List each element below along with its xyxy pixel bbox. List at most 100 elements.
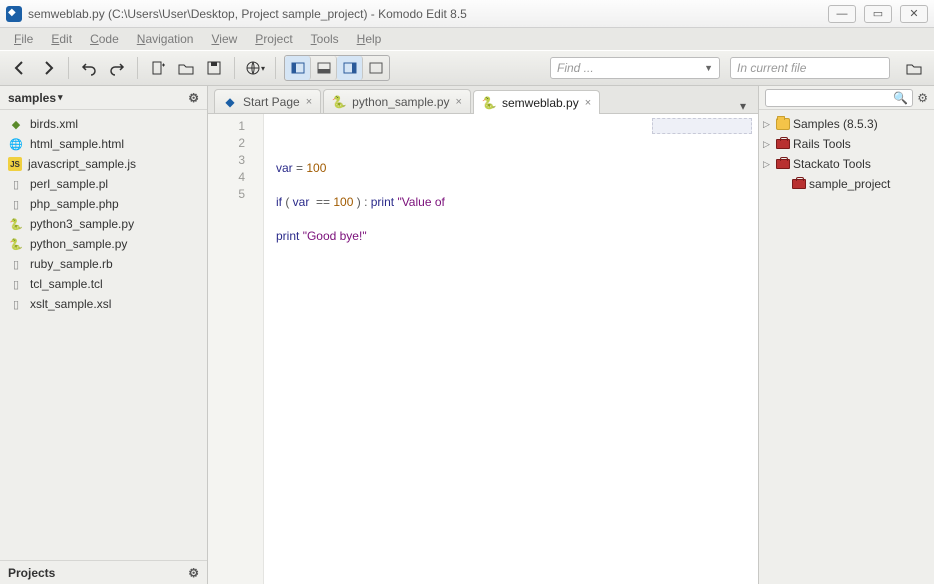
file-item[interactable]: ▯perl_sample.pl bbox=[0, 174, 207, 194]
line-number: 3 bbox=[208, 152, 263, 169]
file-name: ruby_sample.rb bbox=[30, 257, 113, 271]
line-number: 1 bbox=[208, 118, 263, 135]
toggle-bottom-panel-button[interactable] bbox=[311, 56, 337, 80]
file-item[interactable]: ▯ ruby_sample.rb bbox=[0, 254, 207, 274]
file-item[interactable]: JS javascript_sample.js bbox=[0, 154, 207, 174]
forward-button[interactable] bbox=[36, 56, 60, 80]
python-icon: 🐍 bbox=[482, 96, 496, 110]
editor-tab[interactable]: 🐍python_sample.py× bbox=[323, 89, 471, 113]
code-line[interactable] bbox=[276, 177, 758, 194]
code-line[interactable]: if ( var == 100 ) : print "Value of bbox=[276, 194, 758, 211]
folder-icon bbox=[776, 118, 790, 130]
chrome-icon: 🌐 bbox=[8, 136, 24, 152]
close-tab-icon[interactable]: × bbox=[456, 96, 462, 108]
code-line[interactable]: var = 100 bbox=[276, 160, 758, 177]
toggle-fullscreen-button[interactable] bbox=[363, 56, 389, 80]
editor-tabstrip: ◆Start Page×🐍python_sample.py× 🐍 semweblab… bbox=[208, 86, 758, 114]
file-item[interactable]: ◆birds.xml bbox=[0, 114, 207, 134]
tab-list-button[interactable]: ▾ bbox=[734, 99, 752, 113]
toolbar-separator bbox=[275, 57, 276, 79]
window-titlebar: semweblab.py (C:\Users\User\Desktop, Pro… bbox=[0, 0, 934, 28]
file-item[interactable]: 🐍python3_sample.py bbox=[0, 214, 207, 234]
toolbox-item[interactable]: ▷ Samples (8.5.3) bbox=[759, 114, 934, 134]
file-icon: ▯ bbox=[8, 196, 24, 212]
gear-icon[interactable]: ⚙ bbox=[917, 91, 928, 105]
line-number: 5 bbox=[208, 186, 263, 203]
file-icon: ▯ bbox=[8, 256, 24, 272]
file-name: birds.xml bbox=[30, 117, 78, 131]
toolbox-item[interactable]: ▷ Rails Tools bbox=[759, 134, 934, 154]
js-icon: JS bbox=[8, 157, 22, 171]
file-item[interactable]: 🐍python_sample.py bbox=[0, 234, 207, 254]
places-panel: samples▾ ⚙ ◆birds.xml🌐html_sample.htmlJS… bbox=[0, 86, 208, 584]
tab-label: semweblab.py bbox=[502, 96, 579, 110]
toolbox-item-label: Rails Tools bbox=[793, 137, 851, 151]
browser-preview-button[interactable]: ▾ bbox=[243, 56, 267, 80]
menu-view[interactable]: View bbox=[203, 30, 245, 48]
toolbox-icon bbox=[792, 179, 806, 189]
toolbox-item-label: sample_project bbox=[809, 177, 890, 191]
editor-tab[interactable]: 🐍 semweblab.py × bbox=[473, 90, 600, 114]
expand-icon[interactable]: ▷ bbox=[763, 139, 773, 150]
line-number: 4 bbox=[208, 169, 263, 186]
code-line[interactable]: print "Good bye!" bbox=[276, 228, 758, 245]
minimize-button[interactable]: ― bbox=[828, 5, 856, 23]
menu-help[interactable]: Help bbox=[349, 30, 390, 48]
open-file-button[interactable] bbox=[174, 56, 198, 80]
file-name: perl_sample.pl bbox=[30, 177, 108, 191]
toggle-left-panel-button[interactable] bbox=[285, 56, 311, 80]
menu-navigation[interactable]: Navigation bbox=[129, 30, 202, 48]
new-file-button[interactable] bbox=[146, 56, 170, 80]
toolbar-separator bbox=[137, 57, 138, 79]
find-scope-input[interactable]: In current file bbox=[730, 57, 890, 79]
editor-body[interactable]: 12345 var = 100if ( var == 100 ) : print… bbox=[208, 114, 758, 584]
file-list: ◆birds.xml🌐html_sample.html JS javascript_… bbox=[0, 110, 207, 560]
app-icon bbox=[6, 6, 22, 22]
toolbox-panel-header: 🔍 ⚙ bbox=[759, 86, 934, 110]
undo-button[interactable] bbox=[77, 56, 101, 80]
toolbox-icon bbox=[776, 139, 790, 149]
main-toolbar: ▾ Find ... ▼ In current file bbox=[0, 50, 934, 86]
editor-tab[interactable]: ◆Start Page× bbox=[214, 89, 321, 113]
file-name: python_sample.py bbox=[30, 237, 127, 251]
close-tab-icon[interactable]: × bbox=[306, 96, 312, 108]
menu-tools[interactable]: Tools bbox=[303, 30, 347, 48]
find-dropdown-icon[interactable]: ▼ bbox=[704, 63, 713, 73]
file-name: javascript_sample.js bbox=[28, 157, 136, 171]
menu-code[interactable]: Code bbox=[82, 30, 127, 48]
projects-panel-title: Projects bbox=[8, 566, 55, 580]
expand-icon[interactable]: ▷ bbox=[763, 119, 773, 130]
menu-edit[interactable]: Edit bbox=[43, 30, 80, 48]
file-icon: ▯ bbox=[8, 276, 24, 292]
gear-icon[interactable]: ⚙ bbox=[188, 91, 199, 105]
toolbox-item[interactable]: sample_project bbox=[759, 174, 934, 194]
open-folder-button[interactable] bbox=[902, 56, 926, 80]
projects-panel-header[interactable]: Projects ⚙ bbox=[0, 560, 207, 584]
find-placeholder: Find ... bbox=[557, 61, 594, 75]
find-input[interactable]: Find ... ▼ bbox=[550, 57, 720, 79]
minimap[interactable] bbox=[652, 118, 752, 134]
file-item[interactable]: 🌐html_sample.html bbox=[0, 134, 207, 154]
file-item[interactable]: ▯tcl_sample.tcl bbox=[0, 274, 207, 294]
toolbox-icon bbox=[776, 159, 790, 169]
file-item[interactable]: ▯xslt_sample.xsl bbox=[0, 294, 207, 314]
code-line[interactable] bbox=[276, 211, 758, 228]
close-tab-icon[interactable]: × bbox=[585, 97, 591, 109]
toolbox-item-label: Samples (8.5.3) bbox=[793, 117, 878, 131]
toolbox-item[interactable]: ▷Stackato Tools bbox=[759, 154, 934, 174]
menu-file[interactable]: File bbox=[6, 30, 41, 48]
toggle-right-panel-button[interactable] bbox=[337, 56, 363, 80]
save-button[interactable] bbox=[202, 56, 226, 80]
places-panel-header[interactable]: samples▾ ⚙ bbox=[0, 86, 207, 110]
close-window-button[interactable]: ✕ bbox=[900, 5, 928, 23]
toolbox-tree: ▷ Samples (8.5.3) ▷ Rails Tools ▷Stackato To… bbox=[759, 110, 934, 198]
menu-project[interactable]: Project bbox=[247, 30, 300, 48]
code-editor[interactable]: var = 100 if ( var == 100 ) : print "Valu… bbox=[264, 114, 758, 584]
maximize-button[interactable]: ▭ bbox=[864, 5, 892, 23]
toolbox-search-input[interactable]: 🔍 bbox=[765, 89, 913, 107]
back-button[interactable] bbox=[8, 56, 32, 80]
redo-button[interactable] bbox=[105, 56, 129, 80]
file-item[interactable]: ▯php_sample.php bbox=[0, 194, 207, 214]
gear-icon[interactable]: ⚙ bbox=[188, 566, 199, 580]
expand-icon[interactable]: ▷ bbox=[763, 159, 773, 170]
